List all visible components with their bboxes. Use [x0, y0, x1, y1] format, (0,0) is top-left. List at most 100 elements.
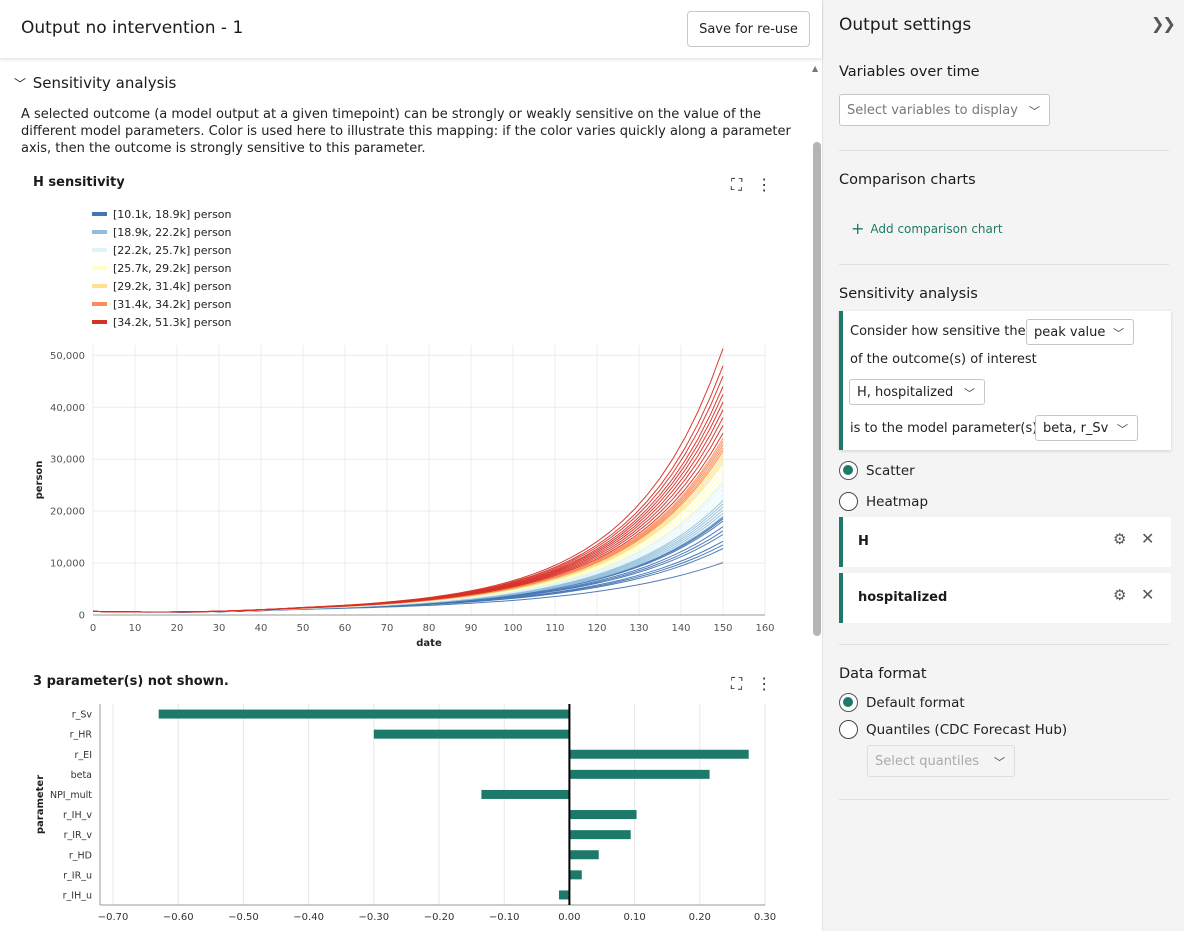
- legend-swatch: [92, 266, 107, 270]
- bar: [481, 789, 570, 799]
- x-tick-label: 0.30: [754, 912, 776, 923]
- x-tick-label: 30: [213, 623, 226, 634]
- y-tick-label: 0: [79, 611, 85, 622]
- parameters-label: beta, r_Sv: [1043, 420, 1109, 436]
- bar: [569, 749, 749, 759]
- legend-label: [31.4k, 34.2k] person: [113, 298, 232, 311]
- fullscreen-icon[interactable]: ⛶: [731, 175, 742, 195]
- bar: [569, 769, 710, 779]
- fullscreen-icon[interactable]: ⛶: [731, 674, 742, 694]
- divider: [839, 644, 1169, 645]
- main-scrollbar[interactable]: ▲: [812, 62, 822, 931]
- series-line: [92, 462, 724, 613]
- y-tick-label: r_IR_u: [63, 870, 92, 881]
- x-tick-label: 100: [503, 623, 522, 634]
- chevron-down-icon: ﹀: [14, 77, 27, 91]
- chart-actions: ⛶ ⋮: [731, 175, 786, 195]
- main-panel: Output no intervention - 1 Save for re-u…: [0, 0, 822, 931]
- outcome-select[interactable]: H, hospitalized ﹀: [849, 379, 985, 405]
- line-chart: [10.1k, 18.9k] person [18.9k, 22.2k] pers…: [34, 208, 775, 649]
- x-tick-label: 120: [587, 623, 606, 634]
- legend-label: [25.7k, 29.2k] person: [113, 262, 232, 275]
- default-format-radio[interactable]: Default format: [839, 693, 965, 712]
- legend-label: [18.9k, 22.2k] person: [113, 226, 232, 239]
- gear-icon[interactable]: ⚙: [1113, 530, 1126, 548]
- y-tick-label: NPI_mult: [50, 790, 92, 801]
- legend-label: [22.2k, 25.7k] person: [113, 244, 232, 257]
- divider: [839, 264, 1169, 265]
- outcome-label: H, hospitalized: [857, 384, 954, 400]
- legend-label: [10.1k, 18.9k] person: [113, 208, 232, 221]
- legend-swatch: [92, 248, 107, 252]
- legend-swatch: [92, 302, 107, 306]
- x-tick-label: −0.70: [98, 912, 129, 923]
- x-tick-label: 10: [129, 623, 142, 634]
- peak-value-select[interactable]: peak value ﹀: [1026, 319, 1134, 345]
- x-tick-label: 70: [381, 623, 394, 634]
- x-tick-label: −0.10: [489, 912, 520, 923]
- x-tick-label: −0.20: [424, 912, 455, 923]
- scroll-up-icon[interactable]: ▲: [812, 64, 818, 73]
- y-tick-label: 30,000: [50, 455, 85, 466]
- bar: [558, 890, 570, 900]
- x-tick-label: −0.40: [293, 912, 324, 923]
- x-tick-label: 160: [755, 623, 774, 634]
- sens-text-3: is to the model parameter(s): [850, 421, 1038, 436]
- series-line: [92, 438, 724, 613]
- peak-value-label: peak value: [1034, 324, 1106, 340]
- sens-text-2: of the outcome(s) of interest: [850, 352, 1037, 367]
- add-comparison-chart-button[interactable]: + Add comparison chart: [851, 219, 1003, 238]
- y-tick-label: r_Sv: [72, 710, 93, 721]
- more-options-icon[interactable]: ⋮: [756, 175, 772, 194]
- page-title: Output no intervention - 1: [21, 18, 244, 38]
- chevron-down-icon: ﹀: [964, 387, 975, 400]
- divider: [839, 150, 1169, 151]
- x-tick-label: 140: [671, 623, 690, 634]
- x-tick-label: −0.50: [228, 912, 259, 923]
- radio-selected-icon: [839, 461, 858, 480]
- chart-actions: ⛶ ⋮: [731, 674, 786, 694]
- variable-name: hospitalized: [858, 590, 948, 605]
- legend-swatch: [92, 212, 107, 216]
- double-chevron-right-icon[interactable]: ❯❯: [1151, 14, 1176, 33]
- scrollbar-thumb[interactable]: [813, 142, 821, 636]
- series-line: [92, 455, 724, 613]
- y-tick-label: 10,000: [50, 559, 85, 570]
- heatmap-radio[interactable]: Heatmap: [839, 492, 928, 511]
- y-tick-label: r_HR: [70, 730, 93, 741]
- sensitivity-heading: Sensitivity analysis: [839, 286, 978, 302]
- quantiles-label: Quantiles (CDC Forecast Hub): [866, 722, 1068, 738]
- y-axis-label: parameter: [35, 775, 46, 834]
- close-icon[interactable]: ✕: [1141, 585, 1154, 604]
- sens-text-1: Consider how sensitive the: [850, 324, 1026, 339]
- more-options-icon[interactable]: ⋮: [756, 674, 772, 693]
- quantiles-radio[interactable]: Quantiles (CDC Forecast Hub): [839, 720, 1067, 739]
- chevron-down-icon: ﹀: [1029, 105, 1040, 118]
- y-tick-label: r_HD: [69, 850, 92, 861]
- output-settings-panel: Output settings ❯❯ Variables over time S…: [822, 0, 1184, 931]
- bar: [569, 850, 599, 860]
- parameters-select[interactable]: beta, r_Sv ﹀: [1035, 415, 1138, 441]
- close-icon[interactable]: ✕: [1141, 529, 1154, 548]
- x-tick-label: 110: [545, 623, 564, 634]
- sensitivity-config: Consider how sensitive the peak value ﹀ …: [839, 311, 1171, 450]
- y-tick-label: r_IH_v: [63, 810, 92, 821]
- gear-icon[interactable]: ⚙: [1113, 586, 1126, 604]
- x-tick-label: −0.30: [358, 912, 389, 923]
- quantiles-select[interactable]: Select quantiles ﹀: [867, 745, 1015, 777]
- bar: [569, 830, 631, 840]
- x-tick-label: 60: [339, 623, 352, 634]
- scatter-radio[interactable]: Scatter: [839, 461, 915, 480]
- save-for-reuse-button[interactable]: Save for re-use: [687, 11, 810, 47]
- radio-empty-icon: [839, 720, 858, 739]
- x-tick-label: 0: [90, 623, 96, 634]
- variables-select[interactable]: Select variables to display ﹀: [839, 94, 1050, 126]
- quantiles-select-label: Select quantiles: [875, 753, 980, 769]
- heatmap-label: Heatmap: [866, 494, 929, 510]
- y-tick-label: r_EI: [75, 750, 92, 761]
- sensitivity-section-header[interactable]: ﹀ Sensitivity analysis: [14, 74, 176, 92]
- x-tick-label: 150: [713, 623, 732, 634]
- variable-card-hospitalized: hospitalized ⚙ ✕: [839, 573, 1171, 623]
- plus-icon: +: [851, 219, 865, 238]
- panel-title: Output settings: [839, 15, 972, 35]
